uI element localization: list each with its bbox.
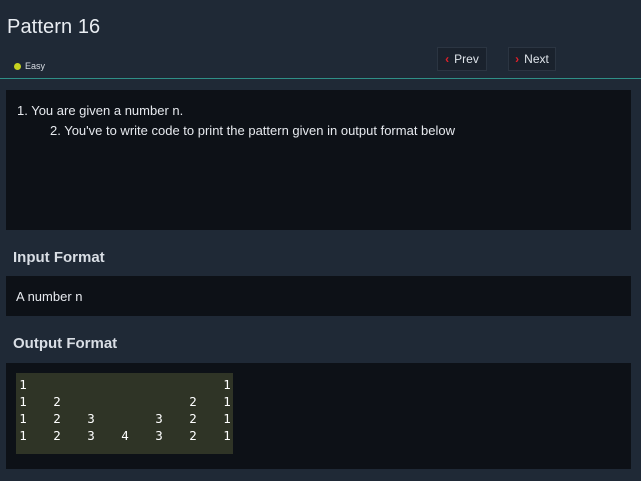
pattern-cell: 1 bbox=[19, 377, 27, 392]
problem-header: Pattern 16 Easy ‹ Prev › Next bbox=[0, 0, 641, 79]
chevron-left-icon: ‹ bbox=[445, 52, 450, 66]
pattern-cell: 1 bbox=[223, 428, 231, 443]
pattern-output-box: 1112211233211234321 bbox=[16, 373, 233, 454]
page-title: Pattern 16 bbox=[7, 16, 101, 38]
pattern-row: 1 2 3 4 3 2 1 bbox=[16, 428, 233, 445]
pattern-cell: 3 bbox=[87, 411, 95, 426]
pattern-cell: 3 bbox=[155, 411, 163, 426]
pattern-cell: 1 bbox=[19, 394, 27, 409]
pattern-cell: 2 bbox=[189, 428, 197, 443]
input-format-text: A number n bbox=[16, 289, 83, 304]
pattern-row: 11 bbox=[16, 377, 233, 394]
output-format-heading: Output Format bbox=[13, 335, 118, 352]
pattern-cell: 2 bbox=[53, 428, 61, 443]
prev-label: Prev bbox=[454, 52, 479, 66]
pattern-cell: 1 bbox=[223, 377, 231, 392]
pattern-row: 1 2 2 1 bbox=[16, 394, 233, 411]
pattern-cell: 2 bbox=[53, 411, 61, 426]
input-format-panel: A number n bbox=[6, 276, 631, 316]
pattern-cell: 2 bbox=[189, 394, 197, 409]
pattern-row: 1 2 3 3 2 1 bbox=[16, 411, 233, 428]
pattern-cell: 1 bbox=[19, 428, 27, 443]
pattern-cell: 3 bbox=[87, 428, 95, 443]
pattern-cell: 1 bbox=[223, 411, 231, 426]
problem-statement-panel: 1. You are given a number n. 2. You've t… bbox=[6, 90, 631, 230]
pattern-cell: 2 bbox=[189, 411, 197, 426]
pattern-cell: 4 bbox=[121, 428, 129, 443]
output-format-panel: 1112211233211234321 bbox=[6, 363, 631, 469]
difficulty-label: Easy bbox=[25, 61, 46, 71]
prev-button[interactable]: ‹ Prev bbox=[437, 47, 487, 71]
pattern-cell: 2 bbox=[53, 394, 61, 409]
pattern-cell: 3 bbox=[155, 428, 163, 443]
pattern-cell: 1 bbox=[223, 394, 231, 409]
next-label: Next bbox=[524, 52, 549, 66]
chevron-right-icon: › bbox=[515, 52, 520, 66]
next-button[interactable]: › Next bbox=[508, 47, 556, 71]
pattern-cell: 1 bbox=[19, 411, 27, 426]
statement-line-2: 2. You've to write code to print the pat… bbox=[50, 123, 456, 138]
difficulty-badge: Easy bbox=[14, 61, 45, 71]
statement-line-1: 1. You are given a number n. bbox=[17, 103, 184, 118]
difficulty-dot-icon bbox=[14, 62, 21, 70]
input-format-heading: Input Format bbox=[13, 249, 105, 266]
